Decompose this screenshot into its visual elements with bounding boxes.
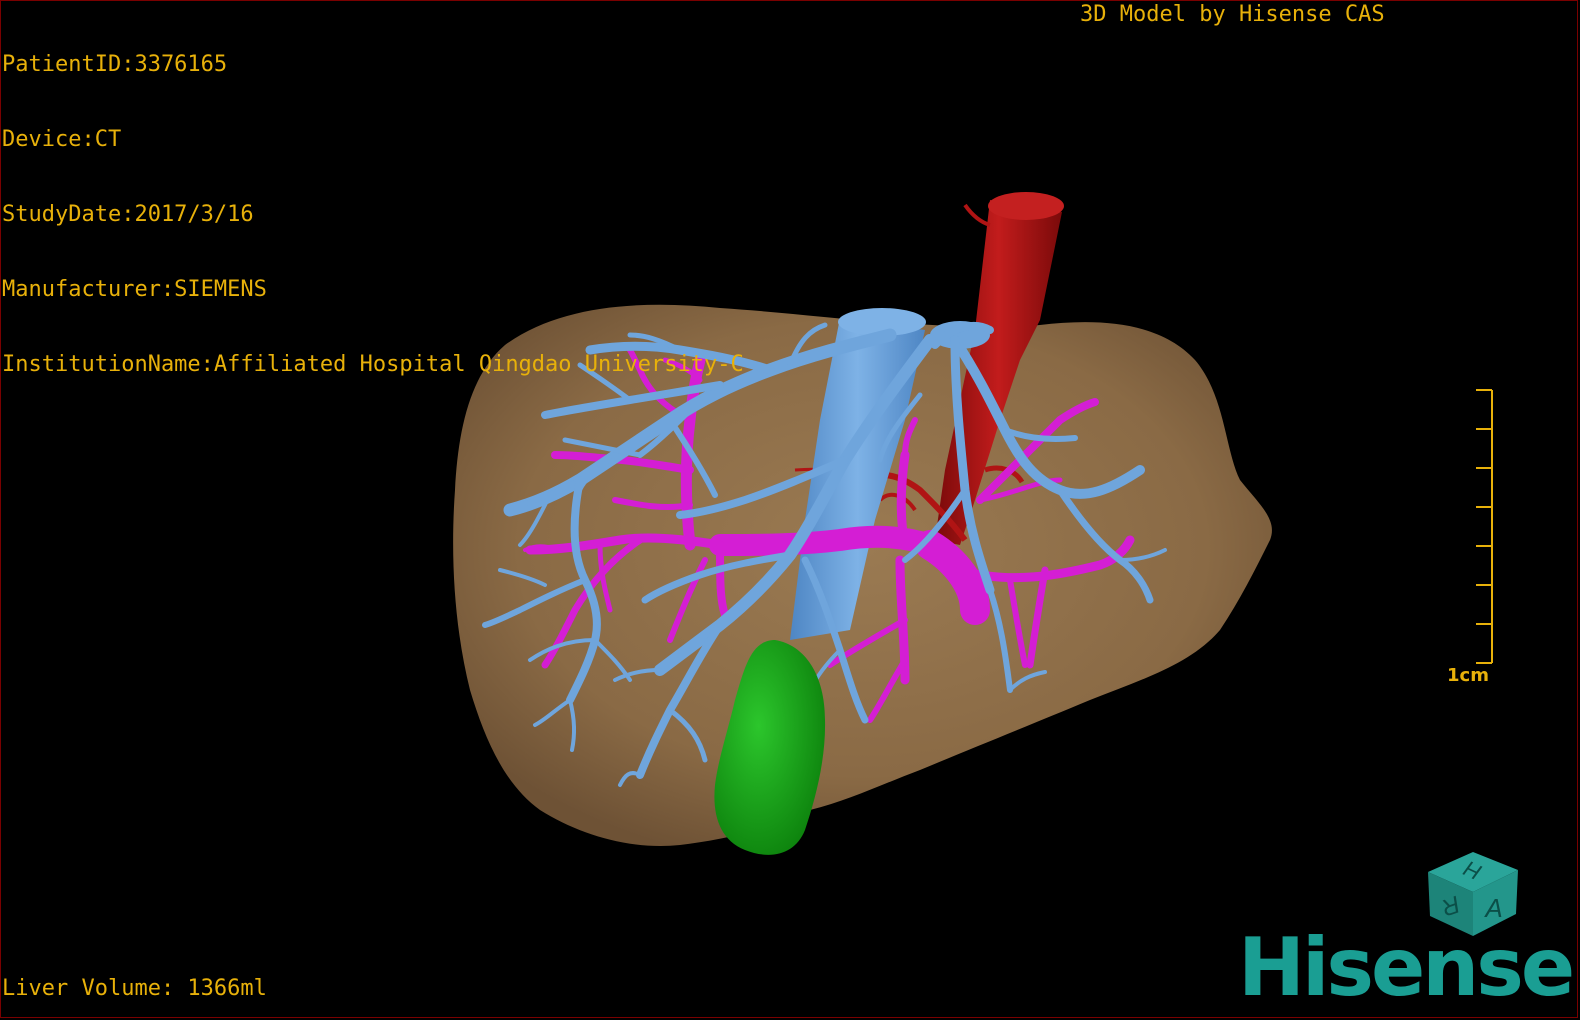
liver-volume-text: Liver Volume: 1366ml [2,976,267,1001]
institution-text: InstitutionName:Affiliated Hospital Qing… [2,352,744,377]
dicom-info-overlay: PatientID:3376165 Device:CT StudyDate:20… [2,2,744,402]
manufacturer-text: Manufacturer:SIEMENS [2,277,267,302]
model-credit-text: 3D Model by Hisense CAS [1080,2,1385,27]
scale-bar [1476,389,1493,664]
scale-bar-label: 1cm [1447,665,1489,686]
device-text: Device:CT [2,127,122,152]
cube-face-a: A [1483,893,1502,923]
patient-id-text: PatientID:3376165 [2,52,228,77]
hisense-logo: Hisense [1238,921,1575,1014]
study-date-text: StudyDate:2017/3/16 [2,202,254,227]
